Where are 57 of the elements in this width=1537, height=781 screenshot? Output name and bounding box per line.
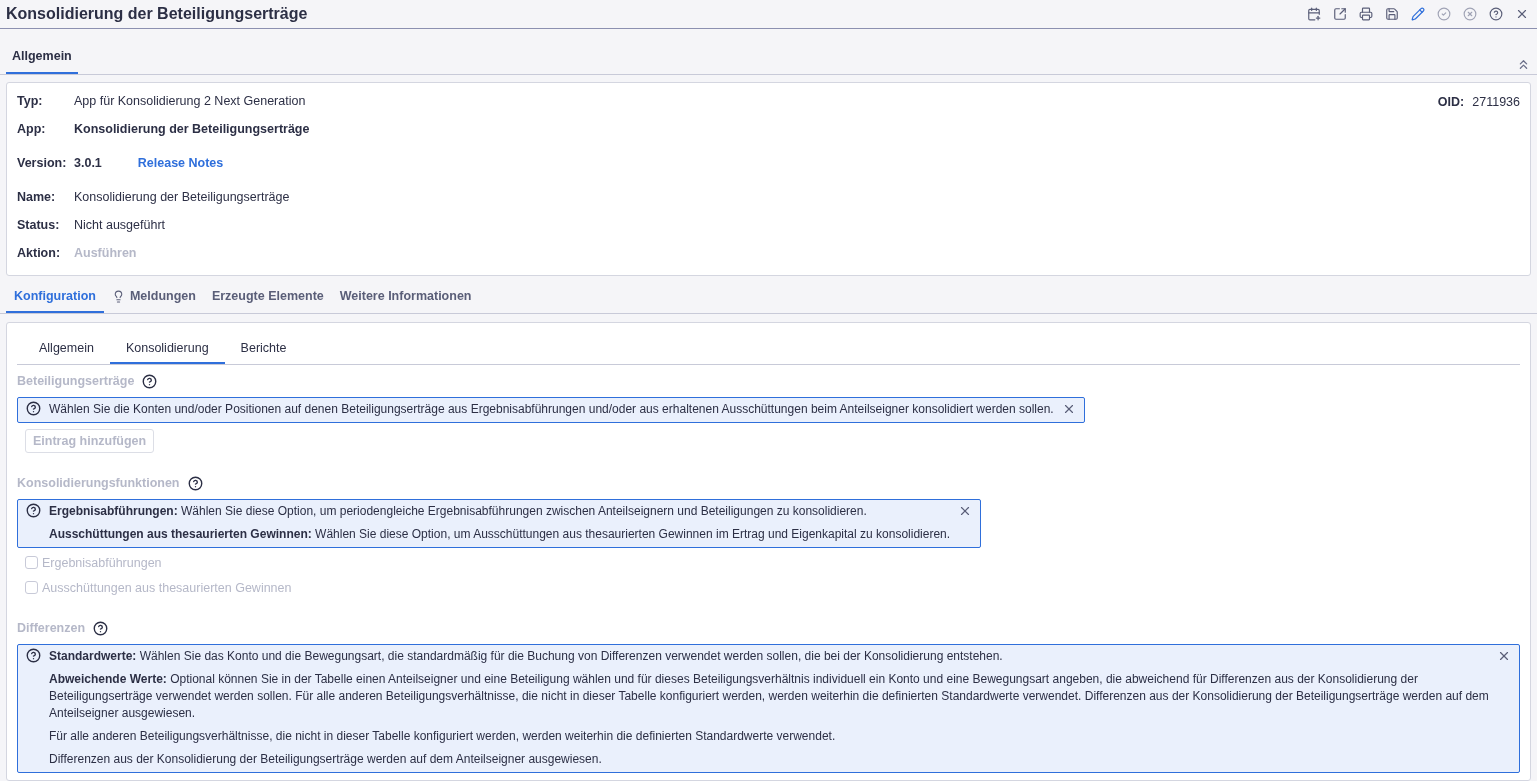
hint-text: Für alle anderen Beteiligungsverhältnisse, die nicht in dieser Tabelle konfiguriert werden, werden weiterhin die definierten Standardwerte verwendet. (49, 728, 837, 745)
release-notes-link[interactable]: Release Notes (137, 156, 224, 170)
field-label: Name: (17, 190, 57, 204)
hint-text: Wählen Sie die Konten und/oder Positionen auf denen Beteiligungserträge aus Ergebnisabführungen und/oder aus erhaltenen Ausschüttungen beim Anteilseigner konsolidiert werden sollen. (49, 401, 1054, 418)
tab[interactable]: Allgemein (23, 333, 110, 364)
section-title: Konsolidierungsfunktionen (17, 476, 180, 490)
x-circle-icon (1463, 7, 1477, 21)
print-icon (1359, 7, 1373, 21)
hint-text: Standardwerte: Wählen Sie das Konto und die Bewegungsart, die standardmäßig für die Buchung von Differenzen verwendet werden sollen, die bei der Konsolidierung entstehen. (49, 648, 1004, 665)
help-icon[interactable] (26, 648, 41, 663)
external-link-button[interactable] (1331, 5, 1349, 23)
save-icon (1385, 7, 1399, 21)
check-circle-icon (1437, 7, 1451, 21)
help-icon[interactable] (142, 373, 158, 389)
field-value: 2711936 (1472, 95, 1520, 109)
field-value: Nicht ausgeführt (74, 218, 166, 232)
tab[interactable]: Allgemein (6, 41, 78, 74)
help-icon[interactable] (93, 620, 109, 636)
hint-text: Ausschüttungen aus thesaurierten Gewinnen: Wählen Sie diese Option, um Ausschüttungen aus thesaurierten Gewinnen im Ertrag und Eigenkapital zu konsolidieren. (49, 526, 951, 543)
field-label: Version: (17, 156, 68, 170)
field-value: Konsolidierung der Beteiligungserträge (74, 122, 310, 136)
close-button[interactable] (1497, 649, 1511, 663)
close-icon (1497, 649, 1511, 663)
add-calendar-icon (1307, 7, 1321, 21)
help-icon[interactable] (26, 401, 41, 416)
help-icon[interactable] (26, 503, 41, 518)
field-label: Aktion: (17, 246, 62, 260)
add-calendar-button[interactable] (1305, 5, 1323, 23)
help-icon[interactable] (187, 475, 203, 491)
tab[interactable]: Konsolidierung (109, 333, 225, 364)
pencil-button[interactable] (1409, 5, 1427, 23)
tab[interactable]: Konfiguration (6, 282, 104, 313)
external-link-icon (1333, 7, 1347, 21)
hint-text: Abweichende Werte: Optional können Sie in der Tabelle einen Anteilseigner und eine Beteiligung wählen und für dieses Beteiligungsverhältnis individuell ein Konto und eine Bewegungsart angeben, die abweichend für Differenzen aus der Konsolidierung der Beteiligungserträge verwendet werden sollen. Für alle anderen Beteiligungsverhältnisse, die nicht in dieser Tabelle konfiguriert werden, werden weiterhin die definierten Standardwerte verwendet. Differenzen aus der Konsolidierung der Beteiligungserträge werden auf dem Anteilseigner ausgewiesen. (49, 671, 1489, 722)
field-value: App für Konsolidierung 2 Next Generation (74, 94, 306, 108)
field-value: 3.0.1 (74, 156, 102, 170)
tab[interactable]: Berichte (224, 333, 303, 364)
hint-text: Differenzen aus der Konsolidierung der Beteiligungserträge werden auf dem Anteilseigner ausgewiesen. (49, 751, 603, 768)
help-icon (1489, 7, 1503, 21)
tab[interactable]: Meldungen (103, 282, 204, 313)
field-label: Status: (17, 218, 61, 232)
section-title: Differenzen (17, 621, 86, 635)
save-button[interactable] (1383, 5, 1401, 23)
field-label: Typ: (17, 94, 44, 108)
field-value: Konsolidierung der Beteiligungserträge (74, 190, 290, 204)
help-button[interactable] (1487, 5, 1505, 23)
hint-text: Ergebnisabführungen: Wählen Sie diese Option, um periodengleiche Ergebnisabführungen zwischen Anteilseignern und Beteiligungen zu konsolidieren. (49, 503, 868, 520)
close-icon (1515, 7, 1529, 21)
print-button[interactable] (1357, 5, 1375, 23)
field-label: App: (17, 122, 47, 136)
tab[interactable]: Erzeugte Elemente (203, 282, 332, 313)
pencil-icon (1411, 7, 1425, 21)
section-title: Beteiligungserträge (17, 374, 135, 388)
tab[interactable]: Weitere Informationen (331, 282, 480, 313)
window-title: Konsolidierung der Beteiligungserträge (6, 5, 308, 23)
field-label: OID: (1437, 95, 1465, 109)
check-circle-button[interactable] (1435, 5, 1453, 23)
